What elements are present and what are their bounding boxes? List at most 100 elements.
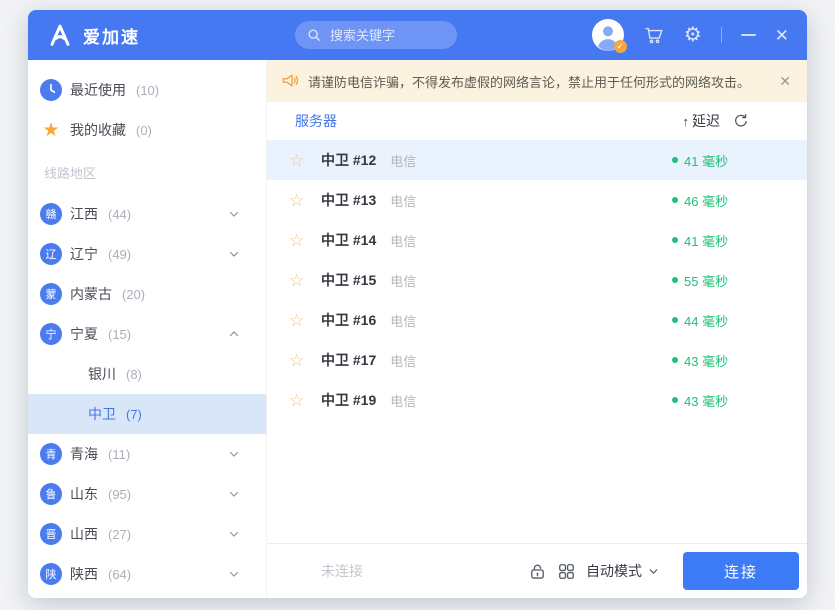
latency-cell: 43 毫秒 (672, 391, 807, 410)
server-row[interactable]: ☆ 中卫 #12 电信 41 毫秒 (267, 140, 807, 180)
chevron-down-icon[interactable] (228, 528, 240, 540)
sidebar-item-neimenggu[interactable]: 蒙内蒙古(20) (28, 274, 266, 314)
server-row[interactable]: ☆中卫 #19电信43 毫秒 (267, 380, 807, 420)
sidebar-item-label: 最近使用 (70, 80, 126, 100)
server-carrier: 电信 (390, 271, 416, 290)
sidebar-item-shanxi[interactable]: 晋山西(27) (28, 514, 266, 554)
mode-label: 自动模式 (586, 561, 642, 581)
province-badge-icon: 青 (40, 443, 62, 465)
cart-icon[interactable] (643, 24, 665, 46)
app-title: 爱加速 (83, 23, 140, 48)
server-row[interactable]: ☆ 中卫 #15 电信 55 毫秒 (267, 260, 807, 300)
sidebar-item-qinghai[interactable]: 青青海(11) (28, 434, 266, 474)
favorite-star-icon[interactable]: ☆ (289, 232, 309, 249)
minimize-icon[interactable] (741, 34, 756, 36)
sort-ascending-icon: ↑ (683, 114, 690, 129)
server-name: 中卫 #13 (321, 190, 376, 210)
favorite-star-icon[interactable]: ☆ (289, 192, 309, 209)
notice-banner: 请谨防电信诈骗，不得发布虚假的网络言论，禁止用于任何形式的网络攻击。 ✕ (267, 60, 807, 102)
latency-value: 41 毫秒 (684, 151, 728, 170)
close-icon[interactable]: ✕ (775, 27, 789, 44)
sidebar-item-label: 我的收藏 (70, 120, 126, 140)
server-name: 中卫 #19 (321, 390, 376, 410)
server-row[interactable]: ☆中卫 #16电信44 毫秒 (267, 300, 807, 340)
favorite-star-icon[interactable]: ☆ (289, 392, 309, 409)
sidebar-item-favorites[interactable]: ★我的收藏(0) (28, 110, 266, 150)
sidebar-item-label: 银川 (88, 364, 116, 384)
sidebar-item-count: (44) (108, 207, 131, 222)
server-name: 中卫 #12 (321, 150, 376, 170)
chevron-down-icon[interactable] (228, 568, 240, 580)
refresh-icon[interactable] (733, 113, 749, 129)
vip-badge-icon: ✓ (614, 40, 627, 53)
server-name: 中卫 #15 (321, 270, 376, 290)
chevron-down-icon (648, 566, 659, 577)
sidebar-item-count: (20) (122, 287, 145, 302)
sidebar-list: 最近使用(10)★我的收藏(0)线路地区赣江西(44)辽辽宁(49)蒙内蒙古(2… (28, 70, 266, 594)
server-carrier: 电信 (390, 151, 416, 170)
search-box[interactable] (295, 21, 457, 49)
province-badge-icon: 宁 (40, 323, 62, 345)
sidebar-item-shaanxi[interactable]: 陕陕西(64) (28, 554, 266, 594)
latency-status-dot (672, 197, 678, 203)
titlebar-divider (721, 27, 722, 43)
latency-status-dot (672, 317, 678, 323)
latency-status-dot (672, 357, 678, 363)
notice-text: 请谨防电信诈骗，不得发布虚假的网络言论，禁止用于任何形式的网络攻击。 (308, 72, 770, 91)
connection-footer: 未连接 (267, 543, 807, 598)
latency-status-dot (672, 397, 678, 403)
main-panel: 请谨防电信诈骗，不得发布虚假的网络言论，禁止用于任何形式的网络攻击。 ✕ 服务器… (267, 60, 807, 598)
lock-icon[interactable] (528, 562, 547, 581)
chevron-down-icon[interactable] (228, 208, 240, 220)
favorite-star-icon[interactable]: ☆ (289, 352, 309, 369)
sidebar-item-label: 青海 (70, 444, 98, 464)
sidebar-item-recent[interactable]: 最近使用(10) (28, 70, 266, 110)
latency-cell: 46 毫秒 (672, 191, 807, 210)
sidebar-item-count: (15) (108, 327, 131, 342)
latency-cell: 41 毫秒 (672, 231, 807, 250)
latency-value: 46 毫秒 (684, 191, 728, 210)
chevron-down-icon[interactable] (228, 448, 240, 460)
notice-close-icon[interactable]: ✕ (779, 73, 791, 90)
server-row[interactable]: ☆中卫 #14电信41 毫秒 (267, 220, 807, 260)
mode-selector[interactable]: 自动模式 (586, 561, 659, 581)
server-carrier: 电信 (390, 231, 416, 250)
gear-icon[interactable]: ⚙ (684, 25, 702, 45)
window-body: 最近使用(10)★我的收藏(0)线路地区赣江西(44)辽辽宁(49)蒙内蒙古(2… (28, 60, 807, 598)
latency-value: 43 毫秒 (684, 391, 728, 410)
latency-sort-button[interactable]: ↑ 延迟 (683, 111, 721, 131)
app-window: 爱加速 ✓ ⚙ (28, 10, 807, 598)
search-input[interactable] (328, 27, 445, 44)
sidebar-item-zhongwei[interactable]: 中卫(7) (28, 394, 266, 434)
latency-value: 55 毫秒 (684, 271, 728, 290)
favorite-star-icon[interactable]: ☆ (289, 312, 309, 329)
sidebar-section-label: 线路地区 (28, 150, 266, 194)
server-row[interactable]: ☆ 中卫 #13 电信 46 毫秒 (267, 180, 807, 220)
favorite-star-icon[interactable]: ☆ (289, 152, 309, 169)
sidebar-item-ningxia[interactable]: 宁宁夏 (15) (28, 314, 266, 354)
favorite-star-icon[interactable]: ☆ (289, 272, 309, 289)
server-row[interactable]: ☆中卫 #17电信43 毫秒 (267, 340, 807, 380)
app-logo: 爱加速 (46, 21, 140, 49)
chevron-down-icon[interactable] (228, 488, 240, 500)
sidebar-item-jiangxi[interactable]: 赣江西(44) (28, 194, 266, 234)
sidebar-item-label: 内蒙古 (70, 284, 112, 304)
megaphone-icon (281, 72, 299, 90)
chevron-up-icon[interactable] (228, 328, 240, 340)
sidebar-item-label: 辽宁 (70, 244, 98, 264)
sidebar-item-label: 宁夏 (70, 324, 98, 344)
sidebar-item-yinchuan[interactable]: 银川(8) (28, 354, 266, 394)
connect-button[interactable]: 连接 (683, 552, 799, 590)
chevron-down-icon[interactable] (228, 248, 240, 260)
sidebar-item-count: (27) (108, 527, 131, 542)
grid-mode-icon[interactable] (557, 562, 576, 581)
sidebar-item-shandong[interactable]: 鲁山东(95) (28, 474, 266, 514)
sidebar-item-liaoning[interactable]: 辽辽宁(49) (28, 234, 266, 274)
province-badge-icon: 辽 (40, 243, 62, 265)
user-avatar[interactable]: ✓ (592, 19, 624, 51)
latency-value: 43 毫秒 (684, 351, 728, 370)
server-list: ☆中卫 #12电信41 毫秒☆中卫 #13电信46 毫秒☆中卫 #14电信41 … (267, 140, 807, 543)
latency-column-header: 延迟 (692, 111, 720, 131)
clock-icon (40, 79, 62, 101)
server-carrier: 电信 (390, 191, 416, 210)
